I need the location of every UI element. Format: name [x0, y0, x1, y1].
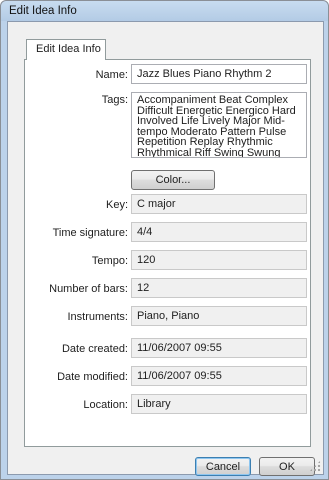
time-signature-label: Time signature: [52, 227, 128, 239]
name-field[interactable]: Jazz Blues Piano Rhythm 2 [131, 64, 307, 84]
cancel-button[interactable]: Cancel [195, 457, 251, 476]
tags-field[interactable]: Accompaniment Beat Complex Difficult Ene… [131, 92, 307, 158]
tempo-label: Tempo: [91, 255, 128, 267]
tab-edit-idea-info[interactable]: Edit Idea Info [26, 39, 106, 60]
name-label: Name: [95, 69, 128, 81]
time-signature-field: 4/4 [131, 222, 307, 242]
date-created-field: 11/06/2007 09:55 [131, 338, 307, 358]
location-label: Location: [83, 399, 128, 411]
title-bar[interactable]: Edit Idea Info [1, 1, 328, 21]
tempo-field: 120 [131, 250, 307, 270]
tab-label: Edit Idea Info [36, 43, 101, 55]
number-of-bars-field: 12 [131, 278, 307, 298]
tags-label: Tags: [101, 94, 128, 106]
window-title: Edit Idea Info [9, 5, 77, 17]
key-field: C major [131, 194, 307, 214]
instruments-field: Piano, Piano [131, 306, 307, 326]
location-field: Library [131, 394, 307, 414]
date-created-label: Date created: [61, 343, 128, 355]
dialog-client-area: Edit Idea Info Name: Jazz Blues Piano Rh… [7, 21, 324, 476]
color-button[interactable]: Color... [131, 170, 215, 190]
instruments-label: Instruments: [67, 311, 128, 323]
date-modified-label: Date modified: [57, 371, 128, 383]
ok-button[interactable]: OK [259, 457, 315, 476]
date-modified-field: 11/06/2007 09:55 [131, 366, 307, 386]
tab-panel: Name: Jazz Blues Piano Rhythm 2 Tags: Ac… [24, 59, 311, 447]
number-of-bars-label: Number of bars: [49, 283, 128, 295]
key-label: Key: [105, 199, 128, 211]
edit-idea-info-dialog: Edit Idea Info Edit Idea Info Name: Jazz… [0, 0, 329, 480]
